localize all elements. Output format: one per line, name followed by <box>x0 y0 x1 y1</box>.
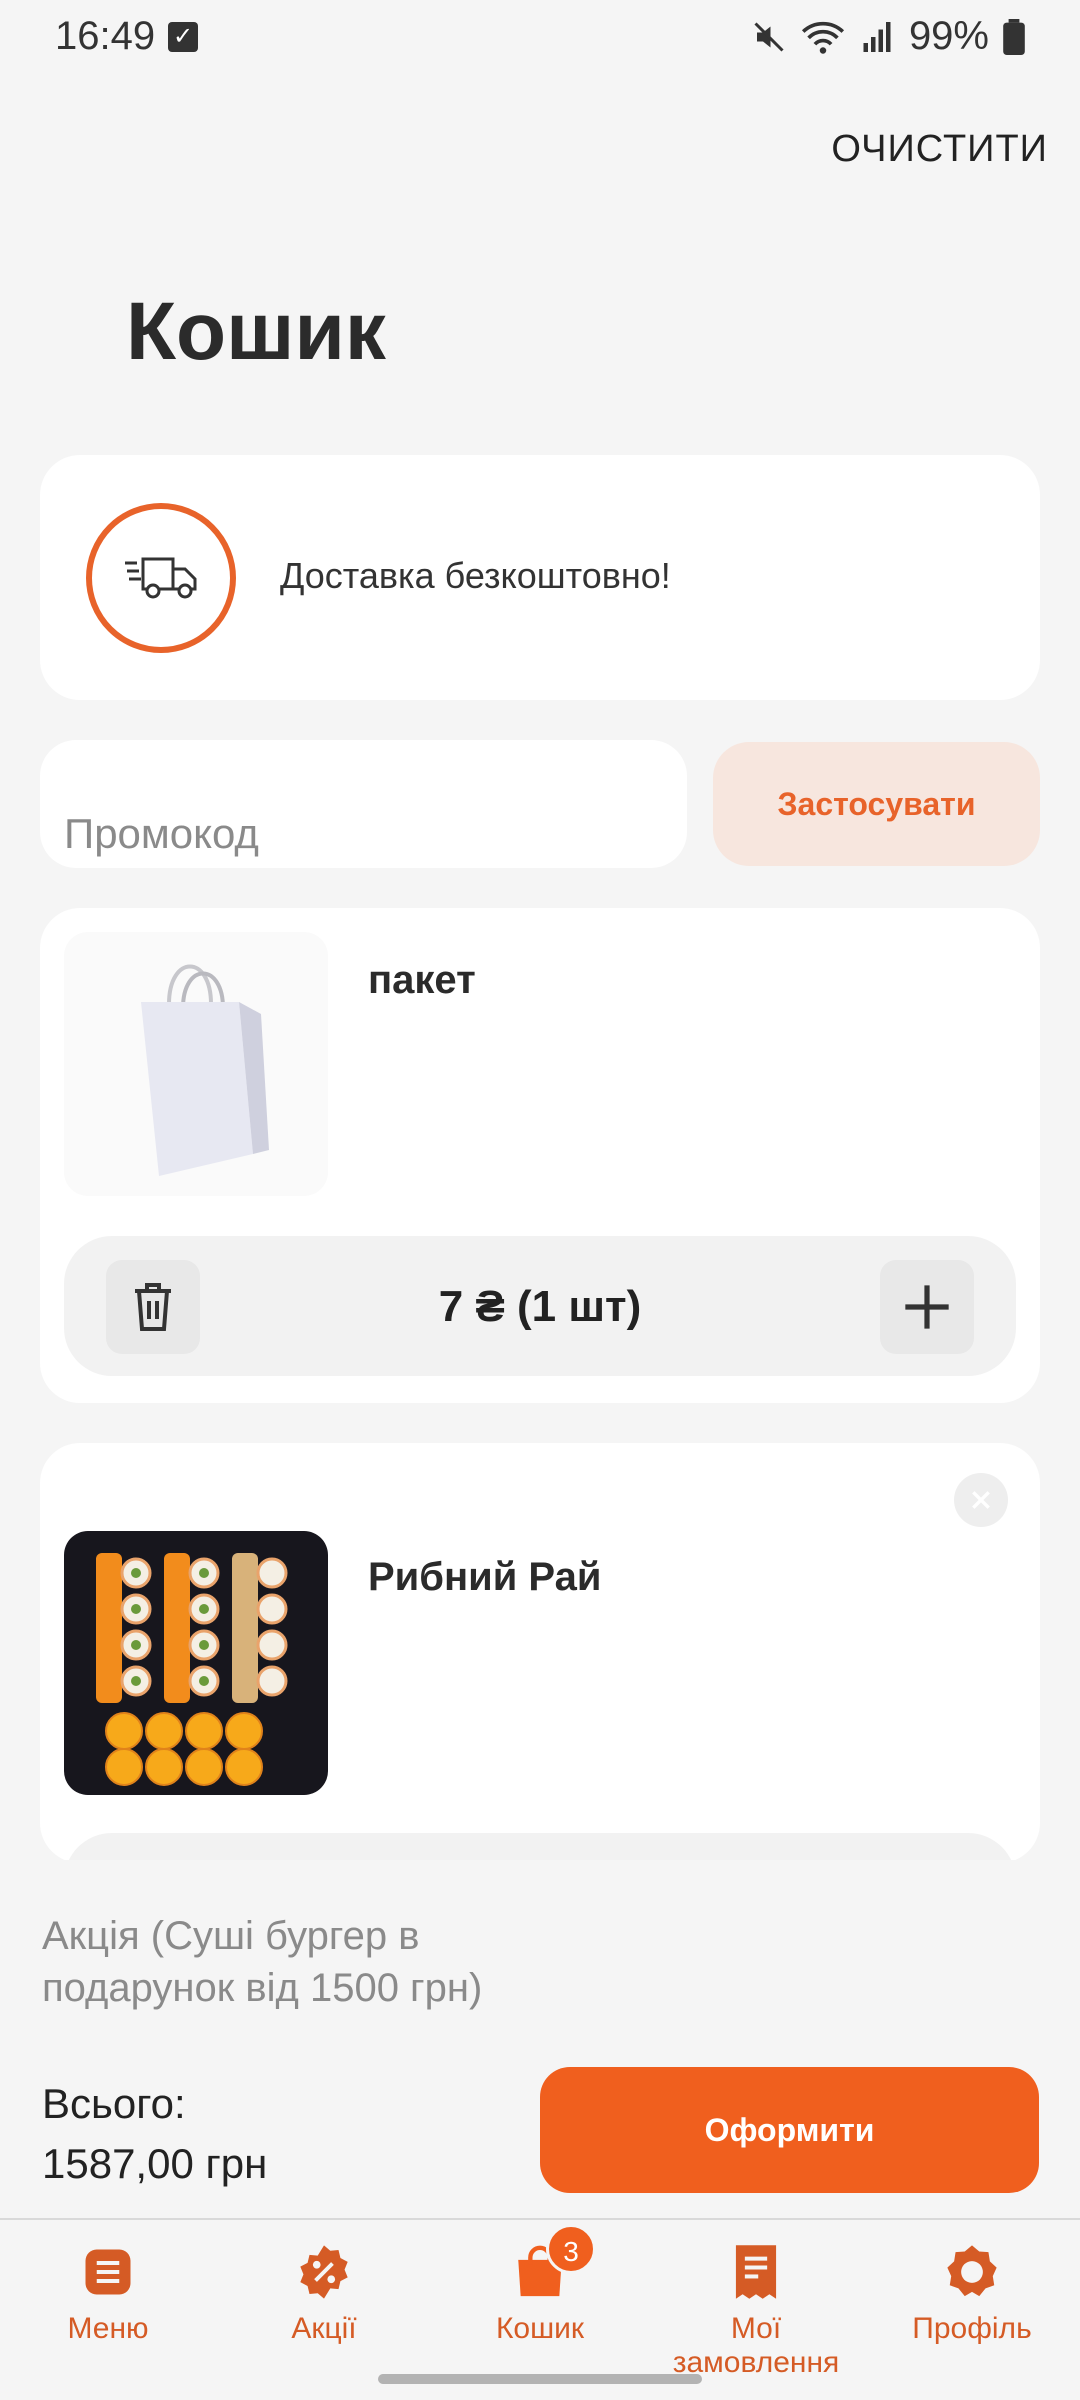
signal-icon <box>863 21 891 52</box>
nav-item-promotions[interactable]: Акції <box>216 2242 432 2346</box>
status-indicators: 99% <box>751 14 1025 59</box>
quantity-bar: 7 ₴ (1 шт) <box>64 1236 1016 1376</box>
total-value: 1587,00 грн <box>42 2140 268 2187</box>
delivery-truck-icon <box>86 503 236 653</box>
item-name: пакет <box>368 958 476 1002</box>
promo-code-input[interactable] <box>40 740 687 868</box>
nav-item-orders[interactable]: Мої замовлення <box>648 2242 864 2380</box>
status-time: 16:49 <box>55 14 156 58</box>
item-name: Рибний Рай <box>368 1555 602 1599</box>
nav-item-cart[interactable]: 3 Кошик <box>432 2224 648 2346</box>
promotion-note: Акція (Суші бургер в подарунок від 1500 … <box>42 1914 483 2010</box>
total-label: Всього: <box>42 2080 186 2127</box>
notification-check-icon: ✓ <box>168 22 198 52</box>
nav-label: Мої замовлення <box>672 2312 840 2379</box>
nav-label: Кошик <box>495 2312 585 2345</box>
battery-percent: 99% <box>908 14 989 58</box>
mute-icon <box>754 21 784 52</box>
delivery-text: Доставка безкоштовно! <box>280 555 671 596</box>
quantity-bar <box>64 1833 1016 1863</box>
product-image-sushi-set <box>64 1531 328 1795</box>
cart-icon: 3 <box>510 2224 596 2302</box>
orders-icon <box>726 2242 786 2302</box>
item-price-quantity: 7 ₴ (1 шт) <box>438 1282 642 1331</box>
delivery-info-card: Доставка безкоштовно! <box>40 455 1040 700</box>
order-summary: Акція (Суші бургер в подарунок від 1500 … <box>0 1860 1080 2220</box>
cart-count-badge: 3 <box>546 2224 596 2274</box>
cart-item: Рибний Рай <box>40 1443 1040 1863</box>
menu-icon <box>78 2242 138 2302</box>
battery-icon <box>1003 18 1025 55</box>
home-indicator[interactable] <box>378 2374 702 2384</box>
discount-icon <box>294 2242 354 2302</box>
product-image-bag <box>64 932 328 1196</box>
wifi-icon <box>801 21 844 54</box>
apply-promo-button[interactable]: Застосувати <box>713 742 1040 866</box>
nav-item-profile[interactable]: Профіль <box>864 2242 1080 2346</box>
bottom-navigation: Меню Акції 3 Кошик Мої замовлення Профіл… <box>0 2218 1080 2400</box>
status-bar: 16:49 ✓ 99% <box>0 0 1080 80</box>
nav-item-menu[interactable]: Меню <box>0 2242 216 2346</box>
profile-icon <box>942 2242 1002 2302</box>
page-title: Кошик <box>126 286 386 377</box>
nav-label: Профіль <box>912 2312 1032 2345</box>
increase-quantity-button[interactable] <box>880 1260 974 1354</box>
nav-label: Меню <box>67 2312 149 2345</box>
remove-item-button[interactable] <box>954 1473 1008 1527</box>
cart-item: пакет 7 ₴ (1 шт) <box>40 908 1040 1403</box>
nav-label: Акції <box>291 2312 357 2345</box>
checkout-button[interactable]: Оформити <box>540 2067 1039 2193</box>
clear-cart-button[interactable]: ОЧИСТИТИ <box>831 128 1048 171</box>
close-icon <box>972 1491 990 1509</box>
plus-icon <box>905 1285 949 1329</box>
